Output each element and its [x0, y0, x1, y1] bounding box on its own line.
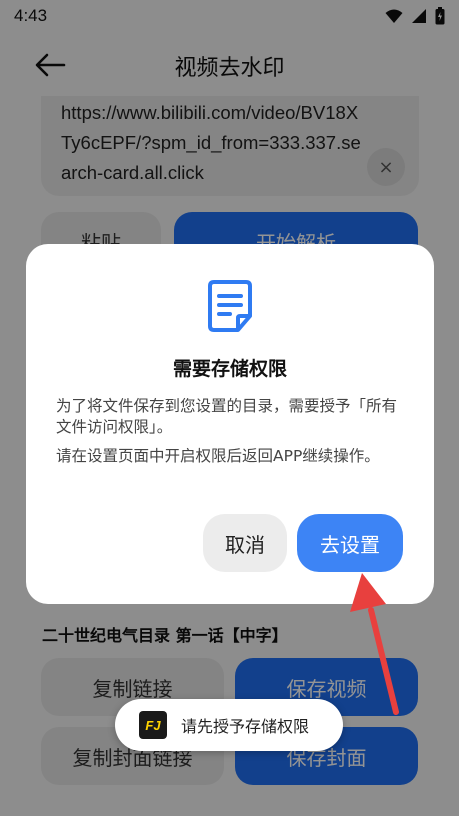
dialog-instruction: 请在设置页面中开启权限后返回APP继续操作。: [56, 447, 380, 465]
dialog-message: 为了将文件保存到您设置的目录，需要授予「所有文件访问权限」。: [56, 397, 398, 436]
document-icon: [208, 280, 252, 332]
app-logo-text: FJ: [145, 717, 161, 733]
app-logo: FJ: [139, 711, 167, 739]
toast-message: 请先授予存储权限: [181, 717, 310, 736]
dialog-title: 需要存储权限: [172, 358, 287, 380]
permission-dialog: 需要存储权限 为了将文件保存到您设置的目录，需要授予「所有文件访问权限」。 请在…: [26, 244, 434, 604]
go-to-settings-button[interactable]: 去设置: [297, 514, 403, 572]
cancel-button[interactable]: 取消: [203, 514, 287, 572]
toast: FJ 请先授予存储权限: [115, 699, 343, 751]
